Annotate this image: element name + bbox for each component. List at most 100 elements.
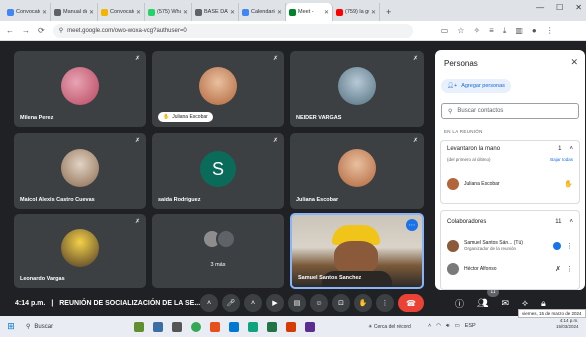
raised-hand-icon[interactable]: ✋ xyxy=(564,180,573,188)
close-tab-icon[interactable]: ✕ xyxy=(183,9,188,16)
app-icon[interactable] xyxy=(229,321,239,332)
taskbar-clock[interactable]: 4:14 p.m. 15/03/2024 xyxy=(556,318,579,330)
close-tab-icon[interactable]: ✕ xyxy=(230,9,235,16)
participant-tile[interactable]: ✗ Milena Perez xyxy=(14,51,146,127)
raised-hands-header[interactable]: Levantaron la mano 1 ˄ xyxy=(441,141,579,157)
tab-favicon-icon xyxy=(336,8,343,16)
collaborators-header[interactable]: Colaboradores 11 ˄ xyxy=(441,211,579,233)
browser-tab[interactable]: (575) Wha ✕ xyxy=(145,3,192,21)
microphone-icon[interactable]: 🎤︎ xyxy=(222,294,240,312)
add-people-button[interactable]: 👤︎+ Agregar personas xyxy=(441,79,511,93)
app-icon[interactable] xyxy=(286,321,296,332)
extensions-icon[interactable]: ✧ xyxy=(473,26,480,36)
close-icon[interactable]: ✕ xyxy=(570,57,578,68)
star-icon[interactable]: ☆ xyxy=(457,26,464,36)
participant-tile[interactable]: ✗ Juliana Escobar xyxy=(290,133,424,209)
close-tab-icon[interactable]: ✕ xyxy=(371,9,376,16)
windows-start-icon[interactable]: ⊞ xyxy=(0,321,22,332)
captions-icon[interactable]: ▤ xyxy=(288,294,306,312)
raised-hand-icon: ✋ xyxy=(163,114,170,120)
meeting-title: REUNIÓN DE SOCIALIZACIÓN DE LA SE... xyxy=(59,299,201,307)
new-tab-button[interactable]: + xyxy=(380,3,397,21)
side-controls: ⓘ 👥︎ ✉ ⟡ 🔒︎ xyxy=(455,297,546,310)
more-options-icon[interactable]: ⋮ xyxy=(376,294,394,312)
participant-tile[interactable]: S ✗ saida Rodriguez xyxy=(152,133,284,209)
camera-icon[interactable]: ▭ xyxy=(441,26,449,36)
chevron-up-icon[interactable]: ˄ xyxy=(428,323,431,330)
browser-tab[interactable]: Manual de ✕ xyxy=(51,3,98,21)
activities-icon[interactable]: ⟡ xyxy=(522,298,528,309)
collapse-icon[interactable]: ˄ xyxy=(569,219,573,225)
download-icon[interactable]: ⤓ xyxy=(503,26,507,36)
camera-toggle-icon[interactable]: ▶ xyxy=(266,294,284,312)
back-icon[interactable]: ← xyxy=(6,26,14,35)
collapse-icon[interactable]: ˄ xyxy=(569,146,573,152)
volume-icon[interactable]: 🔊︎ xyxy=(446,323,449,330)
reload-icon[interactable]: ⟳ xyxy=(38,26,45,35)
taskbar-search[interactable]: ⚲ Buscar xyxy=(22,320,84,334)
present-icon[interactable]: ⊡ xyxy=(332,294,350,312)
list-item[interactable]: Samuel Santos Sán... (Tú) Organizador de… xyxy=(441,233,579,259)
forward-icon[interactable]: → xyxy=(22,26,30,35)
menu-icon[interactable]: ⋮ xyxy=(546,26,554,36)
emoji-icon[interactable]: ☺ xyxy=(310,294,328,312)
excel-icon[interactable] xyxy=(267,321,277,332)
participant-tile[interactable]: ✗ Maicol Alexis Castro Cuevas xyxy=(14,133,146,209)
raised-hands-group: Levantaron la mano 1 ˄ (del primero al ú… xyxy=(440,140,580,204)
weather-widget[interactable]: ☀ Cerca del récord xyxy=(368,324,411,330)
chrome-icon[interactable] xyxy=(191,321,201,332)
browser-tab-bar: Convocator✕Manual de✕Convocato✕(575) Wha… xyxy=(0,0,586,21)
browser-tab[interactable]: Convocato ✕ xyxy=(98,3,145,21)
close-window-icon[interactable]: ✕ xyxy=(575,3,582,12)
close-tab-icon[interactable]: ✕ xyxy=(136,9,141,16)
app-icon[interactable] xyxy=(134,321,144,332)
battery-icon[interactable]: ▭ xyxy=(455,323,460,330)
more-participants-tile[interactable]: 3 más xyxy=(152,214,284,288)
list-item[interactable]: Héctor Alfonso ✗ ⋮ xyxy=(441,259,579,279)
lower-all-button[interactable]: Bajar todas xyxy=(550,157,573,166)
close-tab-icon[interactable]: ✕ xyxy=(324,9,329,16)
chat-icon[interactable]: ✉ xyxy=(501,298,509,309)
leave-call-button[interactable]: ☎ xyxy=(398,294,424,312)
maximize-icon[interactable]: ☐ xyxy=(556,3,563,12)
address-bar: ← → ⟳ ⚲ meet.google.com/owo-woxa-vcg?aut… xyxy=(0,21,586,41)
list-item[interactable]: Juliana Escobar ✋ xyxy=(441,174,579,194)
profile-icon[interactable]: ● xyxy=(532,26,537,36)
app-icon[interactable] xyxy=(305,321,315,332)
browser-tab[interactable]: BASE DATOS✕ xyxy=(192,3,239,21)
raise-hand-icon[interactable]: ✋ xyxy=(354,294,372,312)
camera-options-icon[interactable]: ˄ xyxy=(244,294,262,312)
minimize-icon[interactable]: — xyxy=(536,3,544,12)
url-field[interactable]: ⚲ meet.google.com/owo-woxa-vcg?authuser=… xyxy=(52,23,413,38)
meeting-info: 4:14 p.m. | REUNIÓN DE SOCIALIZACIÓN DE … xyxy=(15,300,200,307)
browser-tab[interactable]: Convocator✕ xyxy=(4,3,51,21)
people-icon[interactable]: 👥︎ xyxy=(477,298,488,309)
more-options-icon[interactable]: ⋮ xyxy=(566,265,573,273)
wifi-icon[interactable]: ◠ xyxy=(436,323,441,330)
close-tab-icon[interactable]: ✕ xyxy=(42,9,47,16)
more-options-icon[interactable]: ⋮ xyxy=(566,242,573,250)
meeting-time: 4:14 p.m. xyxy=(15,299,46,307)
participant-tile[interactable]: ✗ ✋ Juliana Escobar xyxy=(152,51,284,127)
participant-tile[interactable]: ✗ NEIDER VARGAS xyxy=(290,51,424,127)
more-options-icon[interactable]: ⋯ xyxy=(406,219,418,231)
site-info-icon[interactable]: ⚲ xyxy=(59,27,63,34)
close-tab-icon[interactable]: ✕ xyxy=(89,9,94,16)
close-tab-icon[interactable]: ✕ xyxy=(277,9,282,16)
lock-icon[interactable]: 🔒︎ xyxy=(541,298,546,309)
info-icon[interactable]: ⓘ xyxy=(455,297,464,310)
browser-tab[interactable]: Calendario ✕ xyxy=(239,3,286,21)
browser-tab[interactable]: (759) la gui✕ xyxy=(333,3,380,21)
search-contacts-input[interactable]: ⚲ Buscar contactos xyxy=(441,103,579,119)
app-icon[interactable] xyxy=(153,321,163,332)
self-video-tile[interactable]: ⋯ Samuel Santos Sanchez xyxy=(290,213,424,289)
reading-list-icon[interactable]: ≡ xyxy=(489,26,494,36)
mic-options-icon[interactable]: ˄ xyxy=(200,294,218,312)
language-indicator[interactable]: ESP xyxy=(465,323,476,330)
participant-tile[interactable]: ✗ Leonardo Vargas xyxy=(14,214,146,288)
sidebar-icon[interactable]: ▥ xyxy=(515,26,523,36)
browser-tab[interactable]: Meet - ✕ xyxy=(286,3,333,21)
app-icon[interactable] xyxy=(210,321,220,332)
app-icon[interactable] xyxy=(172,321,182,332)
app-icon[interactable] xyxy=(248,321,258,332)
